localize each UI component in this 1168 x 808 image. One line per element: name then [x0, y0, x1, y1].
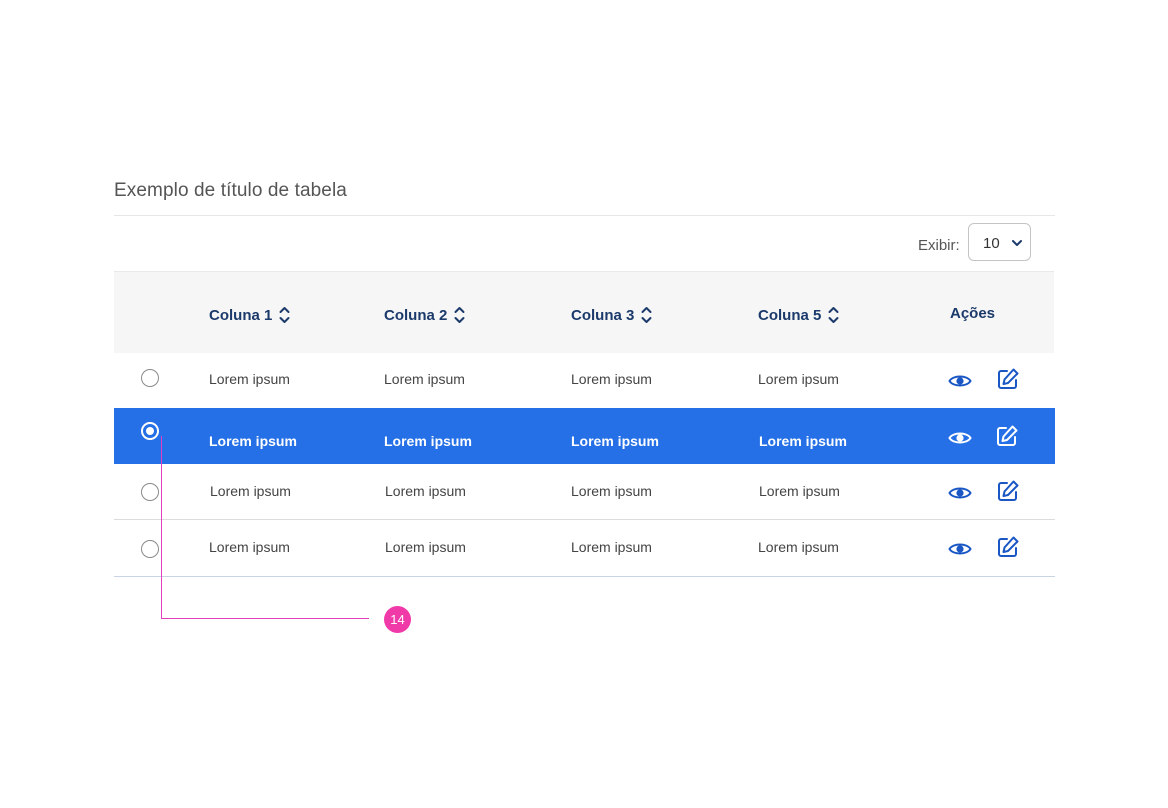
row-radio[interactable]: [141, 422, 159, 440]
table-cell: Lorem ipsum: [385, 539, 466, 555]
table-title: Exemplo de título de tabela: [114, 180, 347, 201]
title-divider: [114, 215, 1055, 216]
column-header-5[interactable]: Coluna 5: [758, 305, 839, 325]
table-cell: Lorem ipsum: [571, 539, 652, 555]
table-header: Coluna 1 Coluna 2 Coluna 3 Coluna 5 Açõe…: [114, 271, 1054, 354]
table-cell: Lorem ipsum: [758, 371, 839, 387]
eye-icon[interactable]: [948, 537, 972, 561]
page-size-label: Exibir:: [918, 237, 960, 254]
eye-icon[interactable]: [948, 481, 972, 505]
table-cell: Lorem ipsum: [385, 483, 466, 499]
eye-icon[interactable]: [948, 369, 972, 393]
edit-icon[interactable]: [996, 535, 1020, 559]
page-size-value: 10: [983, 235, 1000, 252]
table-cell: Lorem ipsum: [571, 371, 652, 387]
table-cell: Lorem ipsum: [571, 483, 652, 499]
annotation-line-horizontal: [161, 618, 369, 619]
table-cell: Lorem ipsum: [759, 483, 840, 499]
table-row-selected: Lorem ipsum Lorem ipsum Lorem ipsum Lore…: [114, 408, 1055, 464]
column-header-1[interactable]: Coluna 1: [209, 305, 290, 325]
column-header-label: Coluna 5: [758, 306, 822, 324]
page-size-select[interactable]: 10: [968, 223, 1031, 261]
table-cell: Lorem ipsum: [384, 433, 472, 449]
row-radio[interactable]: [141, 369, 159, 387]
eye-icon[interactable]: [948, 426, 972, 450]
table-row: Lorem ipsum Lorem ipsum Lorem ipsum Lore…: [114, 353, 1055, 408]
column-header-label: Coluna 1: [209, 306, 273, 324]
table-cell: Lorem ipsum: [209, 371, 290, 387]
table-cell: Lorem ipsum: [210, 483, 291, 499]
edit-icon[interactable]: [996, 479, 1020, 503]
table-cell: Lorem ipsum: [209, 539, 290, 555]
sort-icon: [828, 307, 839, 323]
row-divider: [114, 576, 1055, 577]
chevron-down-icon: [1012, 240, 1022, 246]
row-radio[interactable]: [141, 483, 159, 501]
sort-icon: [454, 307, 465, 323]
row-radio[interactable]: [141, 540, 159, 558]
column-header-label: Coluna 2: [384, 306, 448, 324]
table-row: Lorem ipsum Lorem ipsum Lorem ipsum Lore…: [114, 520, 1055, 577]
table-cell: Lorem ipsum: [384, 371, 465, 387]
annotation-line-vertical: [161, 436, 162, 618]
table-cell: Lorem ipsum: [209, 433, 297, 449]
edit-icon[interactable]: [996, 367, 1020, 391]
sort-icon: [279, 307, 290, 323]
column-header-3[interactable]: Coluna 3: [571, 305, 652, 325]
edit-icon[interactable]: [995, 424, 1019, 448]
table-cell: Lorem ipsum: [758, 539, 839, 555]
table-row: Lorem ipsum Lorem ipsum Lorem ipsum Lore…: [114, 464, 1055, 520]
table-cell: Lorem ipsum: [571, 433, 659, 449]
column-header-label: Coluna 3: [571, 306, 635, 324]
column-header-label: Ações: [950, 305, 996, 322]
sort-icon: [641, 307, 652, 323]
annotation-badge: 14: [384, 606, 411, 633]
column-header-actions: Ações: [950, 305, 995, 322]
table-cell: Lorem ipsum: [759, 433, 847, 449]
column-header-2[interactable]: Coluna 2: [384, 305, 465, 325]
